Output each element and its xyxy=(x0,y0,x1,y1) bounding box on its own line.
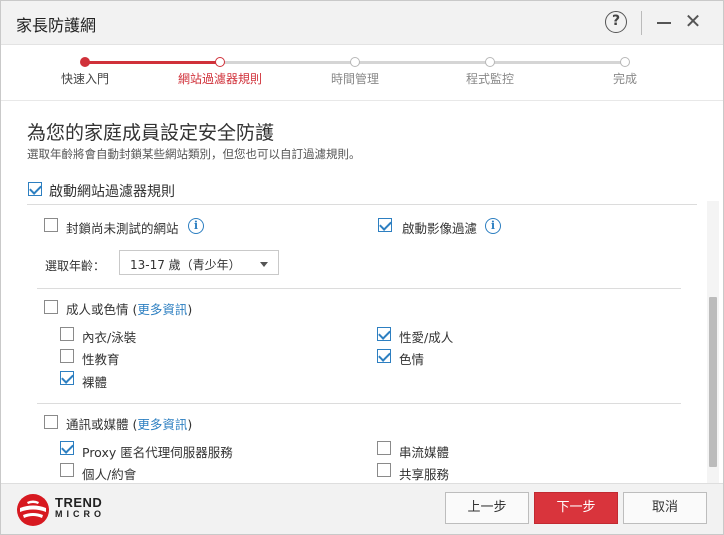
app-window: 家長防護網 ? ✕ 快速入門 網站過濾器規則 時間管理 程式監控 完成 為您的家… xyxy=(0,0,724,535)
back-button[interactable]: 上一步 xyxy=(445,492,529,524)
title-bar: 家長防護網 ? ✕ xyxy=(1,1,723,45)
step-dot-quick-start xyxy=(80,57,90,67)
section-divider xyxy=(37,403,681,404)
cancel-button[interactable]: 取消 xyxy=(623,492,707,524)
item-lingerie-label: 內衣/泳裝 xyxy=(82,330,137,345)
item-nudity-label: 裸體 xyxy=(82,375,108,390)
step-label-quick-start: 快速入門 xyxy=(60,72,110,86)
image-filter-checkbox[interactable] xyxy=(378,218,392,232)
item-proxy-checkbox[interactable] xyxy=(60,441,74,455)
step-label-finish: 完成 xyxy=(612,72,638,86)
item-streaming-checkbox[interactable] xyxy=(377,441,391,455)
image-filter-info-icon[interactable]: i xyxy=(485,218,501,234)
item-lingerie-checkbox[interactable] xyxy=(60,327,74,341)
block-untested-info-icon[interactable]: i xyxy=(188,218,204,234)
item-sex-adult-label: 性愛/成人 xyxy=(399,330,454,345)
step-dot-time-management xyxy=(350,57,360,67)
item-sex-adult-checkbox[interactable] xyxy=(377,327,391,341)
scrollbar-thumb[interactable] xyxy=(709,297,717,467)
stepper-progress xyxy=(85,61,220,64)
item-sex-education-checkbox[interactable] xyxy=(60,349,74,363)
step-dot-finish xyxy=(620,57,630,67)
age-select-label: 選取年齡： xyxy=(45,259,106,273)
category-adult-title: 成人或色情 (更多資訊) xyxy=(66,302,193,317)
item-pornography-label: 色情 xyxy=(399,352,425,367)
help-icon[interactable]: ? xyxy=(605,11,627,33)
step-label-time-management: 時間管理 xyxy=(330,72,380,86)
page-subtitle: 選取年齡將會自動封鎖某些網站類別，但您也可以自訂過濾規則。 xyxy=(27,147,361,161)
block-untested-checkbox[interactable] xyxy=(44,218,58,232)
item-sex-education-label: 性教育 xyxy=(82,352,120,367)
brand-name-sub: MICRO xyxy=(55,509,105,519)
footer-bar: TREND MICRO 上一步 下一步 取消 xyxy=(1,483,723,534)
page-title: 為您的家庭成員設定安全防護 xyxy=(27,122,275,144)
close-icon[interactable]: ✕ xyxy=(682,10,704,32)
category-adult-checkbox[interactable] xyxy=(44,300,58,314)
age-select[interactable]: 13-17 歲（青少年） xyxy=(119,250,279,275)
enable-filter-label: 啟動網站過濾器規則 xyxy=(49,184,175,200)
brand-name: TREND xyxy=(55,495,103,510)
filter-settings-panel[interactable]: 封鎖尚未測試的網站 i 啟動影像過濾 i 選取年齡： 13-17 歲（青少年） … xyxy=(27,201,707,483)
section-divider xyxy=(37,288,681,289)
item-nudity-checkbox[interactable] xyxy=(60,371,74,385)
item-dating-checkbox[interactable] xyxy=(60,463,74,477)
category-adult-more-link[interactable]: 更多資訊 xyxy=(137,302,187,317)
enable-filter-checkbox[interactable] xyxy=(28,182,42,196)
category-communication-more-link[interactable]: 更多資訊 xyxy=(137,417,187,432)
item-pornography-checkbox[interactable] xyxy=(377,349,391,363)
step-label-program-control: 程式監控 xyxy=(465,72,515,86)
titlebar-divider xyxy=(641,11,642,35)
age-select-value: 13-17 歲（青少年） xyxy=(130,258,241,272)
item-file-sharing-checkbox[interactable] xyxy=(377,463,391,477)
minimize-icon[interactable] xyxy=(657,22,671,24)
next-button[interactable]: 下一步 xyxy=(534,492,618,524)
category-communication-checkbox[interactable] xyxy=(44,415,58,429)
wizard-stepper: 快速入門 網站過濾器規則 時間管理 程式監控 完成 xyxy=(1,46,723,101)
item-proxy-label: Proxy 匿名代理伺服器服務 xyxy=(82,445,233,460)
step-dot-program-control xyxy=(485,57,495,67)
step-dot-web-filter xyxy=(215,57,225,67)
category-communication-title: 通訊或媒體 (更多資訊) xyxy=(66,417,193,432)
chevron-down-icon xyxy=(260,262,268,267)
block-untested-label: 封鎖尚未測試的網站 xyxy=(66,221,179,236)
item-streaming-label: 串流媒體 xyxy=(399,445,450,460)
window-title: 家長防護網 xyxy=(16,16,97,35)
item-dating-label: 個人/約會 xyxy=(82,467,137,482)
image-filter-label: 啟動影像過濾 xyxy=(402,221,478,236)
step-label-web-filter: 網站過濾器規則 xyxy=(177,72,263,86)
trend-micro-logo-icon xyxy=(17,494,49,526)
vertical-scrollbar[interactable] xyxy=(707,201,719,483)
item-file-sharing-label: 共享服務 xyxy=(399,467,450,482)
